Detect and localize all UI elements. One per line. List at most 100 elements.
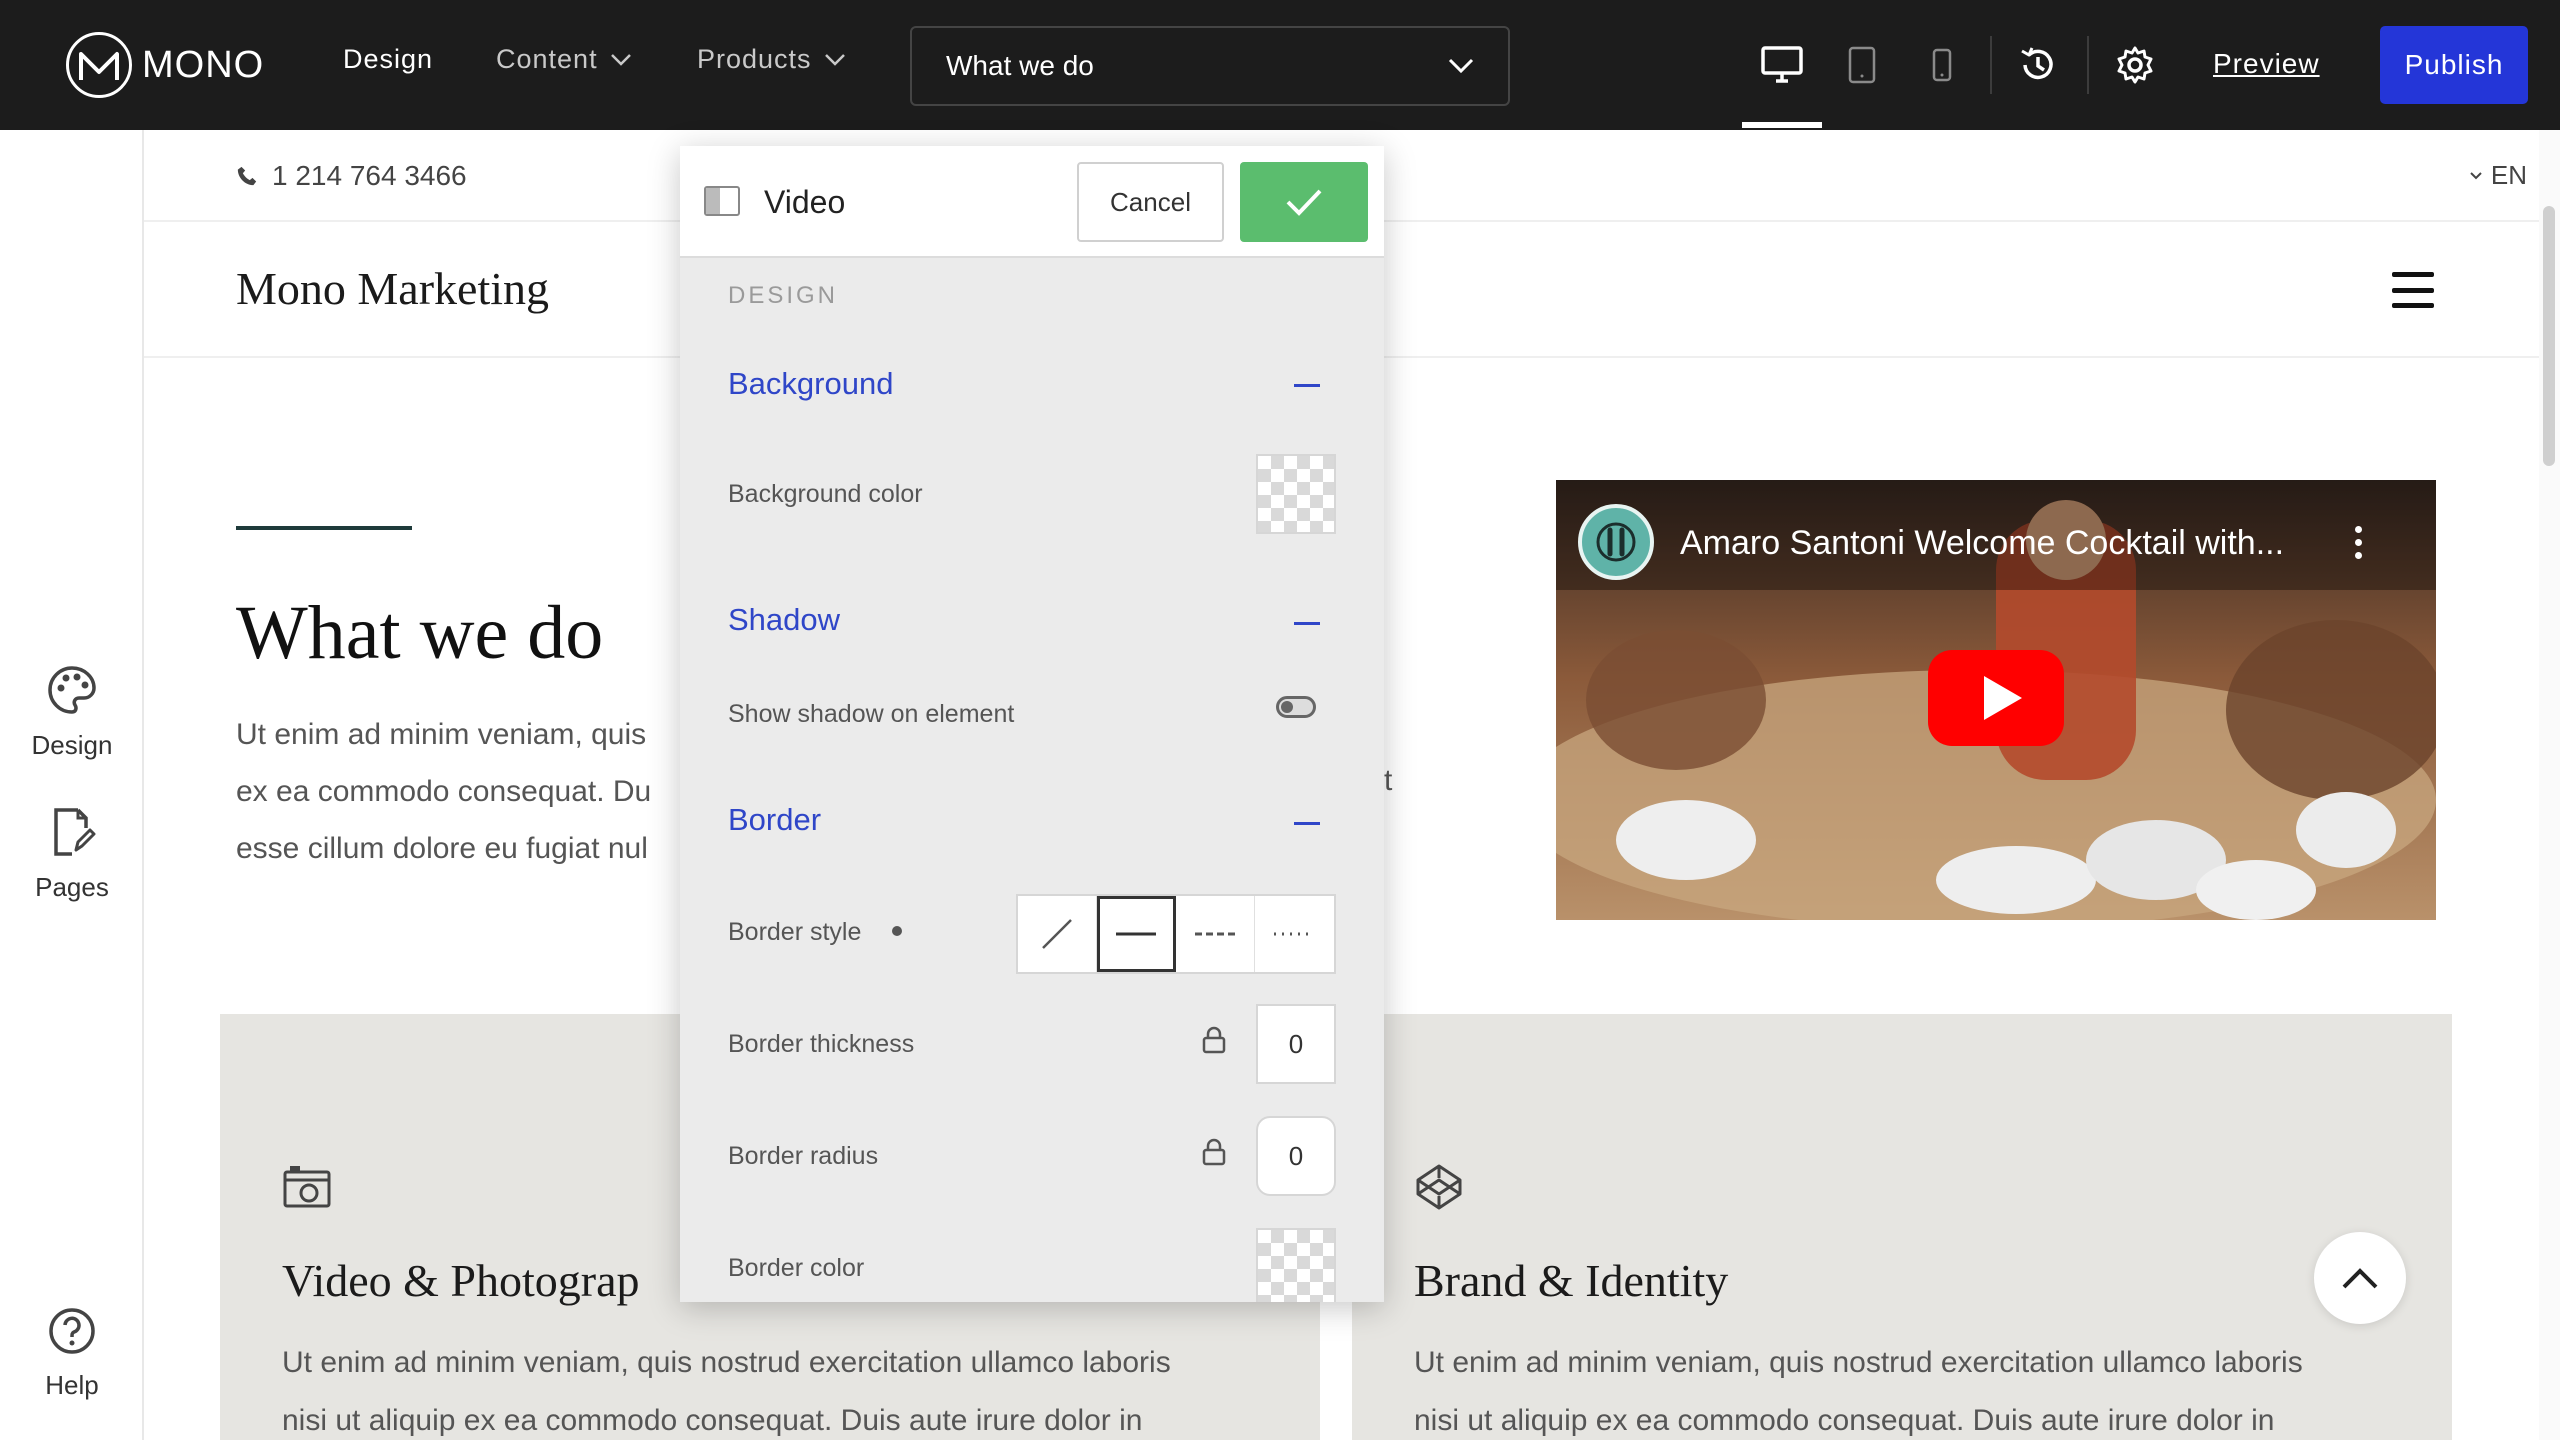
panel-title: Video <box>764 184 846 220</box>
sidebar-item-pages[interactable]: Pages <box>0 806 144 903</box>
border-style-dotted[interactable] <box>1255 896 1334 972</box>
service-card-brand: Brand & Identity Ut enim ad minim veniam… <box>1352 1014 2452 1440</box>
border-color-label: Border color <box>728 1254 865 1282</box>
left-sidebar: Design Pages Help <box>0 130 144 1440</box>
panel-header: Video Cancel <box>680 146 1384 258</box>
collapse-icon[interactable] <box>1294 622 1320 625</box>
channel-avatar[interactable] <box>1578 504 1654 580</box>
chevron-down-icon <box>824 53 845 66</box>
card-body: Ut enim ad minim veniam, quis nostrud ex… <box>1414 1334 2464 1440</box>
sidebar-design-label: Design <box>31 730 113 760</box>
shadow-group-title[interactable]: Shadow <box>728 602 840 638</box>
scrollbar[interactable] <box>2539 130 2560 1440</box>
video-embed[interactable]: Amaro Santoni Welcome Cocktail with... <box>1556 480 2436 920</box>
card-title: Brand & Identity <box>1414 1255 1729 1306</box>
hero-accent-line <box>236 526 412 530</box>
background-group-title[interactable]: Background <box>728 366 893 402</box>
card-body: Ut enim ad minim veniam, quis nostrud ex… <box>282 1334 1332 1440</box>
phone-text: 1 214 764 3466 <box>272 160 467 191</box>
desktop-view-icon[interactable] <box>1757 40 1807 90</box>
video-settings-panel: Video Cancel DESIGN Background Backgroun… <box>680 146 1384 1302</box>
scroll-to-top-button[interactable] <box>2314 1232 2406 1324</box>
panel-layout-icon[interactable] <box>704 186 740 216</box>
sidebar-item-help[interactable]: Help <box>0 1306 144 1401</box>
border-style-none[interactable] <box>1018 896 1097 972</box>
modified-indicator <box>892 926 902 936</box>
shadow-toggle[interactable] <box>1276 696 1316 718</box>
logo-mark-icon <box>66 32 132 98</box>
border-style-label: Border style <box>728 918 862 946</box>
lock-icon[interactable] <box>1202 1138 1226 1166</box>
nav-design[interactable]: Design <box>343 44 433 75</box>
chevron-up-icon <box>2342 1268 2378 1289</box>
border-radius-label: Border radius <box>728 1142 879 1170</box>
background-color-swatch[interactable] <box>1256 454 1336 534</box>
confirm-button[interactable] <box>1240 162 1368 242</box>
border-none-icon <box>1042 919 1072 949</box>
toolbar-divider <box>2087 36 2089 94</box>
lock-icon[interactable] <box>1202 1026 1226 1054</box>
border-thickness-label: Border thickness <box>728 1030 915 1058</box>
language-label: EN <box>2490 160 2527 190</box>
section-label: DESIGN <box>728 282 839 309</box>
card-title: Video & Photograp <box>282 1255 640 1306</box>
palette-icon <box>48 666 96 714</box>
border-style-dashed[interactable] <box>1176 896 1255 972</box>
language-selector[interactable]: EN <box>2469 160 2527 191</box>
page-selector-value: What we do <box>946 50 1094 81</box>
hamburger-menu-icon[interactable] <box>2392 272 2434 308</box>
logo-text: MONO <box>142 43 265 86</box>
card-body-line: nisi ut aliquip ex ea commodo consequat.… <box>1414 1404 2275 1437</box>
border-dashed-icon <box>1195 932 1235 936</box>
border-radius-input[interactable]: 0 <box>1256 1116 1336 1196</box>
help-icon <box>49 1308 95 1354</box>
border-style-selector <box>1016 894 1336 974</box>
channel-logo-icon <box>1596 522 1636 562</box>
collapse-icon[interactable] <box>1294 822 1320 825</box>
video-title[interactable]: Amaro Santoni Welcome Cocktail with... <box>1680 524 2284 563</box>
background-color-label: Background color <box>728 480 923 508</box>
history-icon[interactable] <box>2013 40 2063 90</box>
card-body-line: Ut enim ad minim veniam, quis nostrud ex… <box>1414 1346 2303 1379</box>
border-color-swatch[interactable] <box>1256 1228 1336 1302</box>
hero-body-overflow: t <box>1384 764 1393 797</box>
border-style-solid[interactable] <box>1097 896 1176 972</box>
chevron-down-icon <box>2470 171 2482 179</box>
publish-button[interactable]: Publish <box>2380 26 2528 104</box>
scrollbar-thumb[interactable] <box>2543 206 2555 466</box>
chevron-down-icon <box>610 53 631 66</box>
checkmark-icon <box>1286 189 1322 216</box>
border-solid-icon <box>1116 932 1156 936</box>
nav-products[interactable]: Products <box>697 44 846 75</box>
top-bar: MONO Design Content Products What we do … <box>0 0 2560 130</box>
border-thickness-input[interactable]: 0 <box>1256 1004 1336 1084</box>
more-options-icon[interactable] <box>2352 526 2364 559</box>
site-brand[interactable]: Mono Marketing <box>236 262 549 315</box>
pages-icon <box>54 808 96 856</box>
hero-title: What we do <box>236 591 604 675</box>
codepen-icon <box>1416 1164 1462 1210</box>
sidebar-help-label: Help <box>45 1370 99 1400</box>
camera-icon <box>283 1166 331 1208</box>
mobile-view-icon[interactable] <box>1917 40 1967 90</box>
nav-content-label: Content <box>496 44 598 74</box>
card-body-line: Ut enim ad minim veniam, quis nostrud ex… <box>282 1346 1171 1379</box>
nav-content[interactable]: Content <box>496 44 632 75</box>
nav-design-label: Design <box>343 44 434 74</box>
border-dotted-icon <box>1274 932 1315 936</box>
tablet-view-icon[interactable] <box>1837 40 1887 90</box>
gear-icon[interactable] <box>2110 40 2160 90</box>
card-body-line: nisi ut aliquip ex ea commodo consequat.… <box>282 1404 1143 1437</box>
chevron-down-icon <box>1448 58 1474 74</box>
cancel-button[interactable]: Cancel <box>1077 162 1224 242</box>
sidebar-item-design[interactable]: Design <box>0 664 144 761</box>
collapse-icon[interactable] <box>1294 384 1320 387</box>
sidebar-pages-label: Pages <box>35 872 109 902</box>
toolbar-divider <box>1990 36 1992 94</box>
border-group-title[interactable]: Border <box>728 802 821 838</box>
phone-number[interactable]: 1 214 764 3466 <box>236 160 467 192</box>
logo[interactable]: MONO <box>66 32 264 98</box>
page-selector[interactable]: What we do <box>910 26 1510 106</box>
preview-link[interactable]: Preview <box>2213 48 2320 80</box>
nav-products-label: Products <box>697 44 812 74</box>
